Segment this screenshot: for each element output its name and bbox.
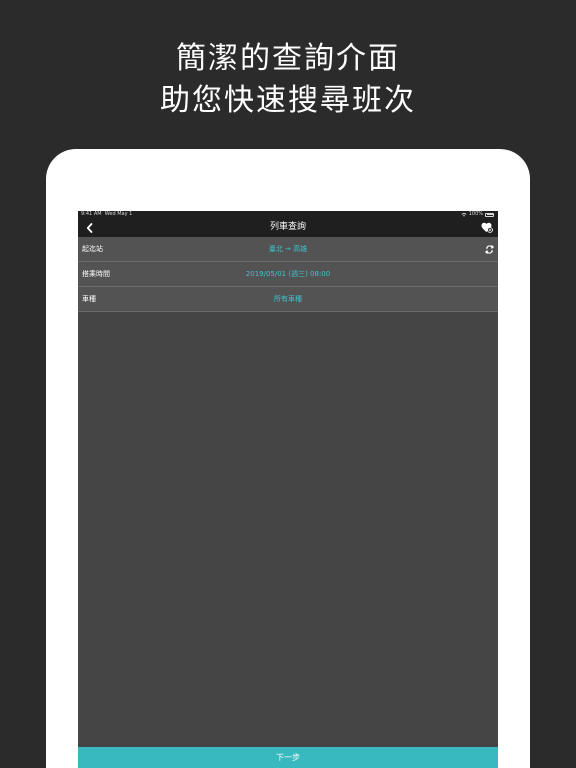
add-favorite-button[interactable] — [480, 220, 494, 235]
wifi-icon — [461, 212, 467, 217]
next-button[interactable]: 下一步 — [78, 747, 498, 768]
status-bar: 9:41 AM Wed May 1 100% — [78, 211, 498, 218]
page-title: 列車查詢 — [269, 222, 306, 232]
app-store-screenshot: 簡潔的查詢介面 助您快速搜尋班次 9:41 AM Wed May 1 100% — [0, 0, 576, 768]
query-form: 起迄站 臺北 → 高雄 搭乘時間 2019/05/01 (週三) 08:00 車… — [78, 237, 498, 312]
swap-arrows-icon — [484, 244, 494, 254]
heart-plus-icon — [481, 222, 493, 233]
app-screen: 9:41 AM Wed May 1 100% 列車查詢 起迄站 臺北 → 高雄 … — [78, 211, 498, 768]
promo-headline: 簡潔的查詢介面 助您快速搜尋班次 — [0, 38, 576, 122]
battery-level — [486, 214, 493, 215]
battery-percent: 100% — [468, 211, 483, 217]
promo-line-1: 簡潔的查詢介面 — [176, 41, 400, 76]
departure-time-value: 2019/05/01 (週三) 08:00 — [245, 270, 331, 278]
status-indicators: 100% — [461, 211, 494, 218]
promo-line-2: 助您快速搜尋班次 — [160, 83, 416, 118]
status-date: Wed May 1 — [104, 211, 133, 217]
navigation-bar: 列車查詢 — [78, 218, 498, 237]
status-time: 9:41 AM — [81, 211, 102, 217]
train-type-row[interactable]: 車種 所有車種 — [78, 287, 498, 312]
station-value: 臺北 → 高雄 — [268, 245, 308, 253]
station-row[interactable]: 起迄站 臺北 → 高雄 — [78, 237, 498, 262]
battery-icon — [485, 212, 494, 217]
status-time-date: 9:41 AM Wed May 1 — [81, 211, 132, 218]
swap-stations-button[interactable] — [482, 242, 496, 256]
departure-time-row[interactable]: 搭乘時間 2019/05/01 (週三) 08:00 — [78, 262, 498, 287]
train-type-value: 所有車種 — [274, 295, 302, 303]
